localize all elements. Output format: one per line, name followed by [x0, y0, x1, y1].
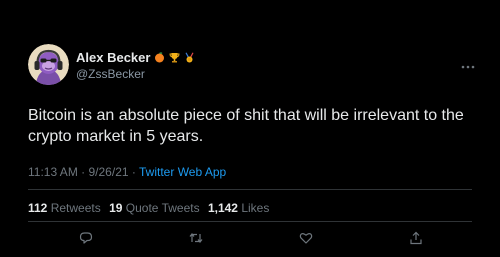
tweet-date[interactable]: 9/26/21	[89, 165, 129, 179]
meta-separator: ·	[81, 165, 86, 179]
engagement-stats: 112 Retweets 19 Quote Tweets 1,142 Likes	[28, 201, 274, 215]
reply-icon	[79, 232, 93, 244]
tweet-meta: 11:13 AM · 9/26/21 · Twitter Web App	[28, 165, 226, 179]
reply-button[interactable]	[77, 229, 95, 247]
avatar-image	[28, 44, 69, 85]
trophy-icon	[169, 52, 180, 63]
retweet-icon	[189, 233, 203, 243]
tweet-source-link[interactable]: Twitter Web App	[139, 165, 226, 179]
quotes-label: Quote Tweets	[125, 201, 200, 215]
retweet-button[interactable]	[187, 229, 205, 247]
divider	[28, 189, 472, 190]
divider	[28, 221, 472, 222]
avatar[interactable]	[28, 44, 69, 85]
likes-stat[interactable]: 1,142 Likes	[208, 201, 269, 215]
retweets-label: Retweets	[50, 201, 101, 215]
likes-count: 1,142	[207, 201, 238, 215]
author-name[interactable]: Alex Becker	[76, 51, 150, 64]
like-icon	[299, 232, 313, 244]
tweet-time[interactable]: 11:13 AM	[28, 165, 78, 179]
medal-icon	[184, 52, 195, 63]
quotes-count: 19	[109, 201, 123, 215]
share-button[interactable]	[407, 229, 425, 247]
author-block: Alex Becker @ZssBecker	[76, 51, 195, 80]
orange-icon	[154, 52, 165, 63]
likes-label: Likes	[241, 201, 270, 215]
meta-separator: ·	[131, 165, 136, 179]
more-options-button[interactable]	[461, 56, 475, 69]
author-handle[interactable]: @ZssBecker	[76, 68, 195, 80]
action-bar	[0, 229, 500, 247]
tweet-text: Bitcoin is an absolute piece of shit tha…	[28, 107, 464, 145]
more-icon	[461, 65, 475, 69]
retweets-count: 112	[28, 201, 48, 215]
like-button[interactable]	[297, 229, 315, 247]
quotes-stat[interactable]: 19 Quote Tweets	[109, 201, 203, 215]
tweet-card: Alex Becker @ZssBecker Bitcoin is an abs…	[0, 0, 500, 257]
share-icon	[410, 231, 422, 245]
retweets-stat[interactable]: 112 Retweets	[28, 201, 104, 215]
